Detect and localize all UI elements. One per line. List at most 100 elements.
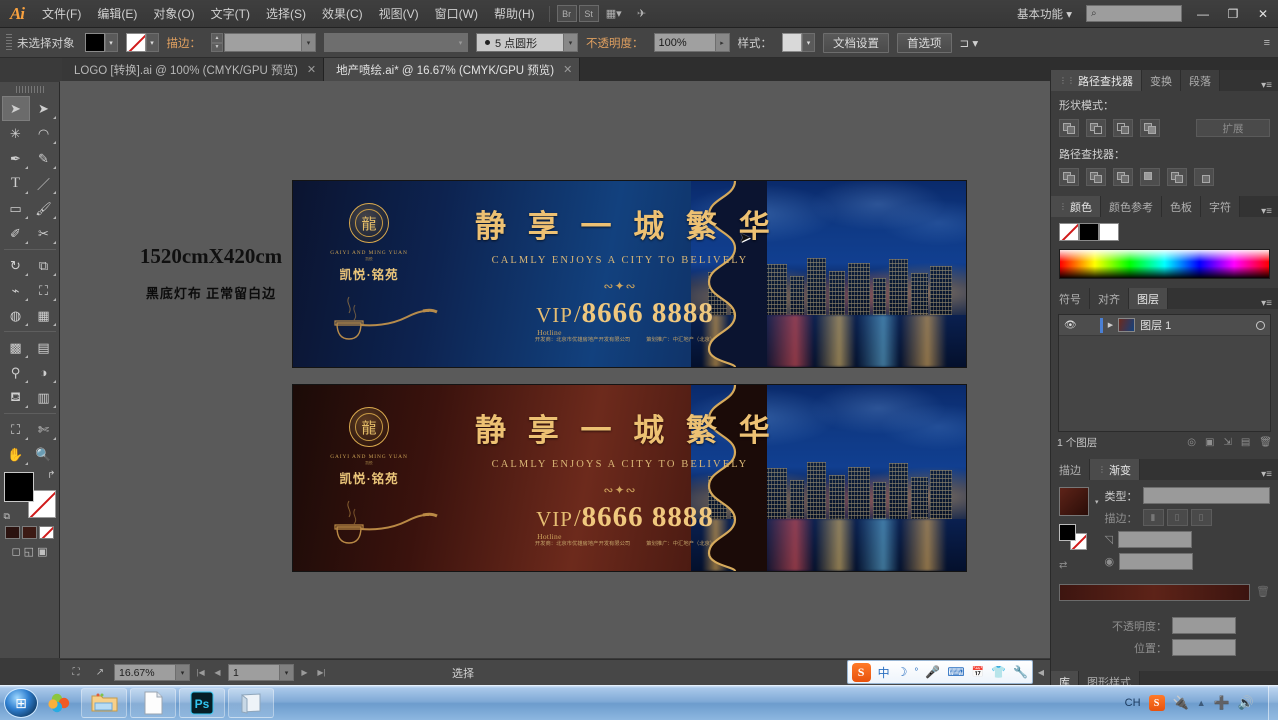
tab-layers[interactable]: 图层 [1129,288,1168,309]
ime-moon-icon[interactable]: ☽ [897,665,908,679]
panel-menu-icon[interactable]: ▾≡ [1261,206,1278,217]
gradient-angle-select[interactable] [1117,531,1192,548]
tools-panel-grip[interactable] [15,86,44,93]
brush-control[interactable]: 5 点圆形 ▾ [476,33,578,52]
artboard-number-control[interactable]: 1 ▾ [228,664,294,681]
fill-swatch[interactable] [84,33,105,52]
gradient-dropdown-icon[interactable]: ▾ [1095,487,1099,506]
scale-tool[interactable]: ⧉ [30,253,58,278]
target-indicator-icon[interactable] [1256,320,1265,330]
menu-file[interactable]: 文件(F) [34,0,89,28]
artboard-dropdown-icon[interactable]: ▾ [280,664,294,681]
locate-object-icon[interactable]: ⇲ [1223,437,1231,448]
close-button[interactable]: ✕ [1248,0,1278,28]
hand-tool[interactable]: ✋ [2,442,30,467]
stepper-up-icon[interactable]: ▲ [211,33,223,43]
panel-menu-icon[interactable]: ▾≡ [1261,80,1278,91]
pen-tool[interactable]: ✒ [2,146,30,171]
line-segment-tool[interactable]: ／ [30,171,58,196]
workspace-switcher[interactable]: 基本功能 ▾ [1013,6,1076,22]
gradient-opacity-input[interactable] [1172,617,1236,634]
zoom-dropdown-icon[interactable]: ▾ [176,664,190,681]
layers-list[interactable]: 👁 ▶ 图层 1 [1058,314,1271,432]
zoom-tool[interactable]: 🔍 [30,442,58,467]
artboard-tool[interactable]: ⛶ [2,417,30,442]
new-layer-icon[interactable]: ▤ [1241,437,1250,448]
control-bar-menu-icon[interactable]: ≡ [1264,37,1270,49]
sogou-browser-icon[interactable] [44,688,78,718]
gradient-type-select[interactable] [1142,487,1270,504]
panel-menu-icon[interactable]: ▾≡ [1261,469,1278,480]
minus-back-button[interactable] [1194,168,1214,186]
style-dropdown-icon[interactable]: ▾ [802,33,815,52]
menu-window[interactable]: 窗口(W) [427,0,486,28]
ime-calendar-icon[interactable]: 📅 [972,667,984,678]
style-swatch[interactable] [782,33,802,52]
document-setup-button[interactable]: 文档设置 [823,32,889,53]
control-bar-grip[interactable] [6,33,12,52]
artboard-number-input[interactable]: 1 [228,664,280,681]
type-tool[interactable]: T [2,171,30,196]
lasso-tool[interactable]: ◠ [30,121,58,146]
scroll-left-icon[interactable]: ◀ [1038,668,1044,677]
tab-align[interactable]: 对齐 [1090,288,1129,309]
free-transform-tool[interactable]: ⛶ [30,278,58,303]
blend-tool[interactable]: ◑ [30,360,58,385]
artwork-banner-blue[interactable]: 龍 GAIYI AND MING YUAN 凯悦 凯悦·铭苑 静 享 一 城 繁… [292,180,967,368]
unite-button[interactable] [1059,119,1079,137]
search-input[interactable]: ⌕ [1086,5,1182,22]
tab-transform[interactable]: 变换 [1142,70,1181,91]
tab-symbols[interactable]: 符号 [1051,288,1090,309]
delete-layer-icon[interactable]: 🗑 [1259,437,1272,448]
zoom-control[interactable]: 16.67% ▾ [114,664,190,681]
photoshop-icon[interactable]: Ps [179,688,225,718]
export-icon[interactable]: ↗ [90,667,110,678]
gradient-within-stroke-icon[interactable]: ▮ [1142,509,1164,526]
tab-stroke[interactable]: 描边 [1051,459,1090,480]
ime-keyboard-icon[interactable]: ⌨ [947,665,964,679]
zoom-input[interactable]: 16.67% [114,664,176,681]
fill-dropdown-icon[interactable]: ▾ [104,33,118,52]
gradient-location-input[interactable] [1172,639,1236,656]
artwork-banner-brown[interactable]: 龍 GAIYI AND MING YUAN 凯悦 凯悦·铭苑 静 享 一 城 繁… [292,384,967,572]
intersect-button[interactable] [1113,119,1133,137]
ime-skin-icon[interactable]: 👕 [991,665,1006,679]
stock-icon[interactable]: St [578,5,599,22]
stepper-down-icon[interactable]: ▼ [211,42,223,52]
stroke-swatch[interactable] [125,33,146,52]
screen-mode-icon[interactable]: ◻ [12,545,21,558]
opacity-control[interactable]: 100% ▸ [653,33,730,52]
tab-color-guide[interactable]: 颜色参考 [1101,196,1162,217]
change-screen-mode-icon[interactable]: ▣ [37,545,47,558]
swap-fill-stroke-icon[interactable]: ↱ [47,470,55,481]
tray-volume-icon[interactable]: 🔊 [1238,695,1254,711]
stroke-profile-dropdown-icon[interactable]: ▾ [454,33,468,52]
start-button[interactable]: ⊞ [4,688,38,718]
symbol-sprayer-tool[interactable]: ⛾ [2,385,30,410]
gradient-reverse-icon[interactable]: ⇄ [1059,560,1089,571]
preferences-button[interactable]: 首选项 [897,32,952,53]
tray-language-indicator[interactable]: CH [1125,697,1141,709]
gradient-ratio-select[interactable] [1119,553,1194,570]
brush-field[interactable]: 5 点圆形 [476,33,564,52]
eyedropper-tool[interactable]: ⚲ [2,360,30,385]
behance-icon[interactable]: ✈ [629,4,655,24]
exclude-button[interactable] [1140,119,1160,137]
stroke-profile-field[interactable] [324,33,454,52]
document-tab-logo[interactable]: LOGO [转换].ai @ 100% (CMYK/GPU 预览) ✕ [62,58,325,81]
curvature-tool[interactable]: ✎ [30,146,58,171]
minimize-button[interactable]: — [1188,0,1218,28]
document-tab-dichan[interactable]: 地产喷绘.ai* @ 16.67% (CMYK/GPU 预览) ✕ [324,58,581,81]
outline-button[interactable] [1167,168,1187,186]
panel-menu-icon[interactable]: ▾≡ [1261,298,1278,309]
slice-tool[interactable]: ✄ [30,417,58,442]
stroke-profile-control[interactable]: ▾ [324,33,468,52]
arrange-documents-icon[interactable]: ▦▾ [601,4,627,24]
column-graph-tool[interactable]: ▥ [30,385,58,410]
stroke-dropdown-icon[interactable]: ▾ [145,33,159,52]
stroke-weight-field[interactable] [224,33,302,52]
gradient-along-stroke-icon[interactable]: ▯ [1166,509,1188,526]
merge-button[interactable] [1113,168,1133,186]
eye-icon[interactable]: 👁 [1064,320,1077,331]
toolbar-fill-swatch[interactable] [3,472,34,502]
